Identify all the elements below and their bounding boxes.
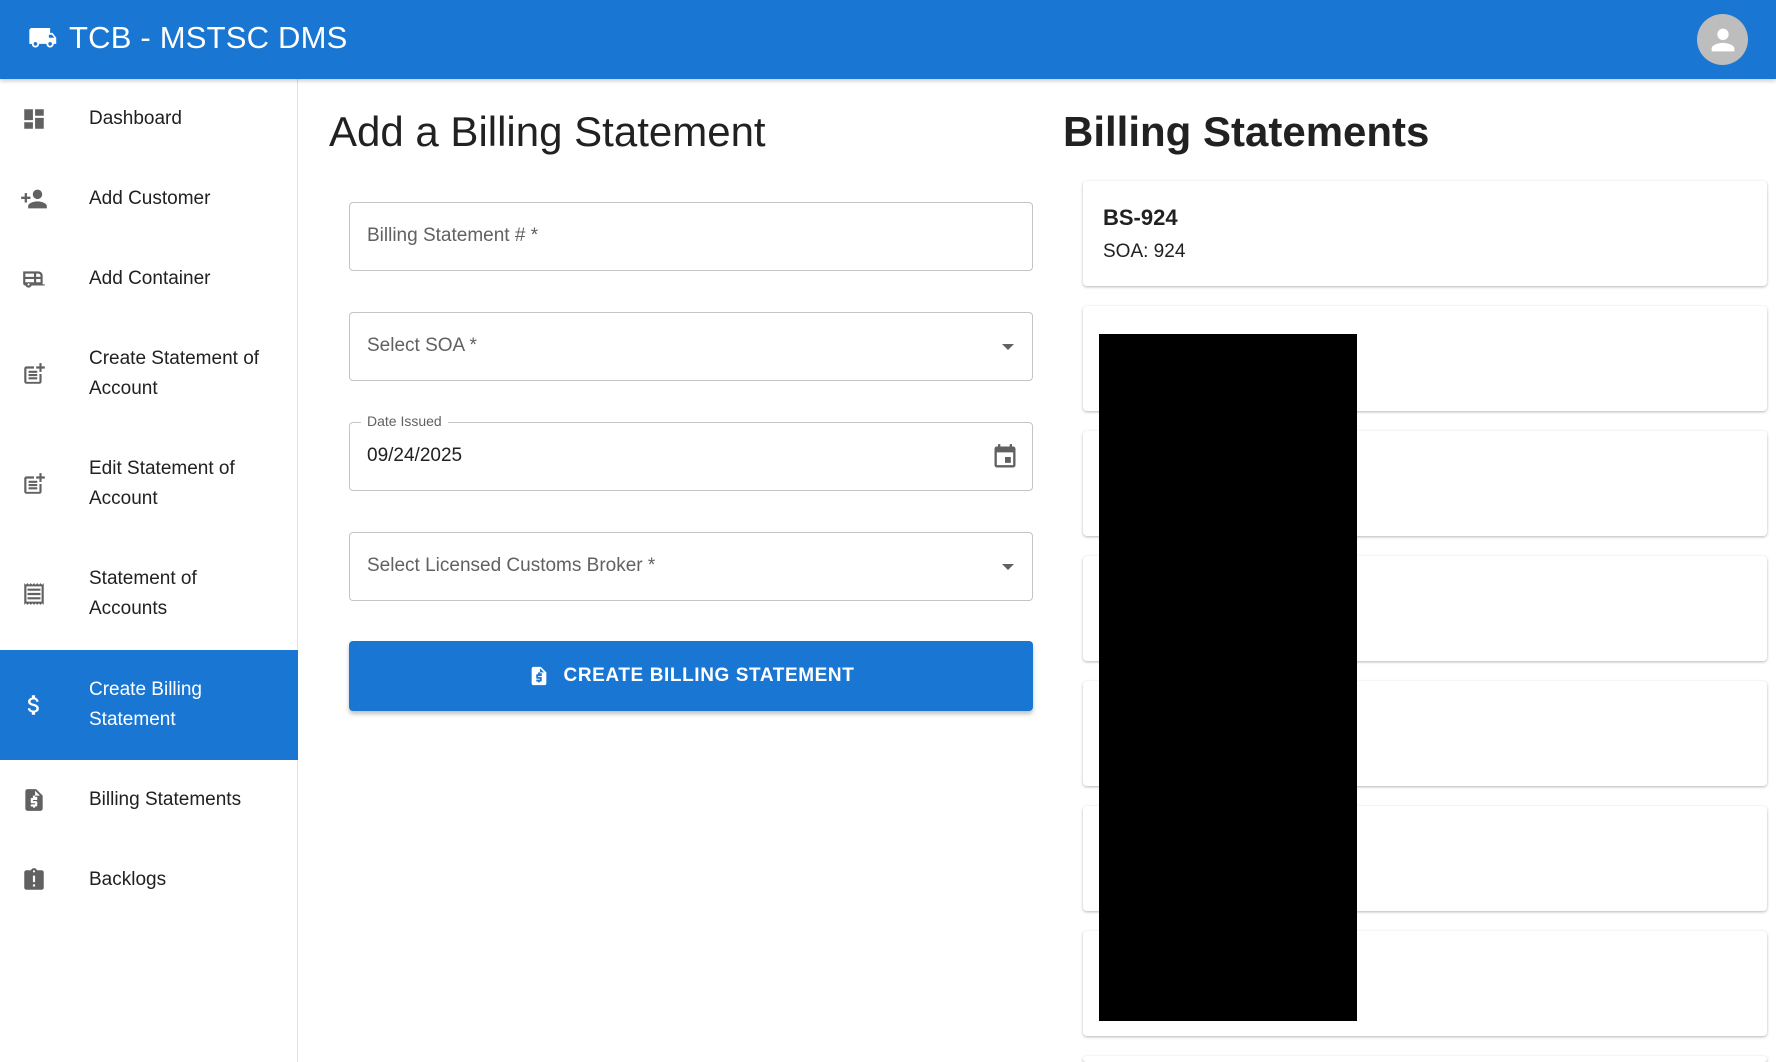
- create-billing-statement-button[interactable]: CREATE BILLING STATEMENT: [349, 641, 1033, 711]
- billing-statement-card-soa: SOA: 924: [1103, 241, 1186, 262]
- redaction-block: [1099, 334, 1357, 1021]
- request-quote-icon: [20, 786, 48, 814]
- chevron-down-icon: [1002, 344, 1014, 350]
- sidebar-item-label: Add Customer: [89, 188, 211, 209]
- sidebar-item-label: Billing Statements: [89, 789, 242, 810]
- sidebar-item-add-customer[interactable]: Add Customer: [0, 159, 298, 239]
- sidebar: Dashboard Add Customer Add Container Cre…: [0, 79, 298, 1062]
- sidebar-item-create-billing-statement[interactable]: Create Billing Statement: [0, 650, 298, 760]
- sidebar-item-add-container[interactable]: Add Container: [0, 239, 298, 319]
- truck-icon: [29, 28, 57, 48]
- dollar-icon: [20, 691, 48, 719]
- post-add-icon: [20, 470, 48, 498]
- select-soa-dropdown[interactable]: Select SOA *: [349, 312, 1033, 381]
- app-title: TCB - MSTSC DMS: [69, 20, 348, 55]
- form-title: Add a Billing Statement: [329, 108, 766, 155]
- select-customs-broker-dropdown[interactable]: Select Licensed Customs Broker *: [349, 532, 1033, 601]
- date-issued-label: Date Issued: [361, 413, 448, 429]
- sidebar-item-label: Edit Statement of Account: [89, 458, 235, 509]
- sidebar-item-edit-statement-of-account[interactable]: Edit Statement of Account: [0, 429, 298, 539]
- sidebar-item-label: Dashboard: [89, 108, 182, 129]
- calendar-icon[interactable]: [991, 443, 1019, 471]
- create-billing-statement-label: CREATE BILLING STATEMENT: [563, 665, 855, 686]
- sidebar-item-label: Statement of Accounts: [89, 568, 197, 619]
- sidebar-item-label: Create Statement of Account: [89, 348, 260, 399]
- chevron-down-icon: [1002, 564, 1014, 570]
- request-quote-icon: [531, 666, 546, 686]
- sidebar-item-statement-of-accounts[interactable]: Statement of Accounts: [0, 539, 298, 649]
- account-avatar-button[interactable]: [1697, 14, 1748, 65]
- assignment-late-icon: [20, 866, 48, 894]
- billing-statement-card[interactable]: [1083, 1056, 1767, 1062]
- select-customs-broker-placeholder: Select Licensed Customs Broker *: [367, 555, 656, 576]
- billing-statement-card[interactable]: BS-924 SOA: 924: [1083, 181, 1767, 286]
- billing-statement-number-placeholder: Billing Statement # *: [367, 225, 539, 246]
- dashboard-icon: [20, 105, 48, 133]
- select-soa-placeholder: Select SOA *: [367, 335, 477, 356]
- sidebar-item-label: Backlogs: [89, 869, 167, 890]
- date-issued-field[interactable]: Date Issued 09/24/2025: [349, 413, 1033, 491]
- account-icon: [1711, 28, 1734, 51]
- billing-statement-card-title: BS-924: [1103, 205, 1178, 230]
- app-bar: TCB - MSTSC DMS: [0, 0, 1776, 79]
- sidebar-item-create-statement-of-account[interactable]: Create Statement of Account: [0, 319, 298, 429]
- sidebar-item-backlogs[interactable]: Backlogs: [0, 840, 298, 920]
- billing-statements-title: Billing Statements: [1063, 108, 1430, 155]
- sidebar-item-dashboard[interactable]: Dashboard: [0, 79, 298, 159]
- receipt-icon: [20, 580, 48, 608]
- person-add-icon: [20, 185, 48, 213]
- billing-statement-number-input[interactable]: Billing Statement # *: [349, 202, 1033, 271]
- sidebar-item-billing-statements[interactable]: Billing Statements: [0, 760, 298, 840]
- sidebar-item-label: Add Container: [89, 268, 211, 289]
- post-add-icon: [20, 360, 48, 388]
- sidebar-item-label: Create Billing Statement: [89, 679, 202, 730]
- date-issued-value: 09/24/2025: [367, 445, 463, 466]
- rv-container-icon: [20, 265, 48, 293]
